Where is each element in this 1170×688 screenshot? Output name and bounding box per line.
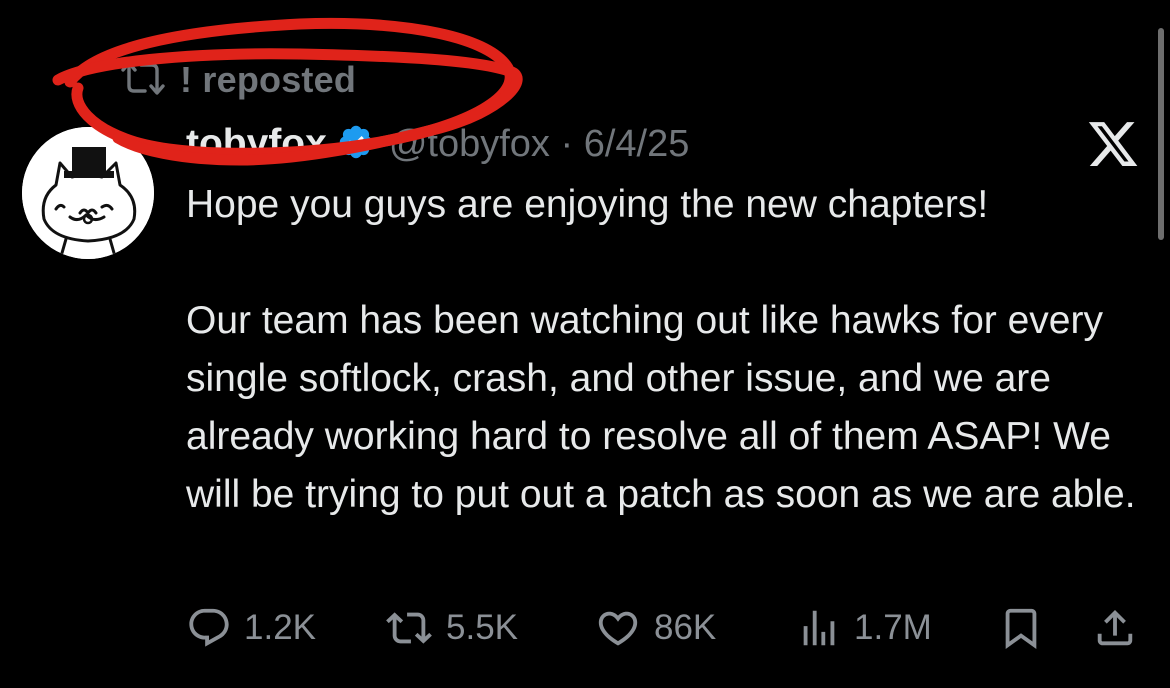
reply-icon xyxy=(186,605,232,651)
tweet-paragraph-1: Hope you guys are enjoying the new chapt… xyxy=(186,183,989,226)
verified-badge-icon xyxy=(327,123,375,166)
tweet-body: Hope you guys are enjoying the new chapt… xyxy=(186,176,1146,524)
repost-label: ! reposted xyxy=(180,59,357,100)
x-logo-icon xyxy=(1086,117,1140,171)
views-count: 1.7M xyxy=(854,608,932,647)
author-name[interactable]: tobyfox xyxy=(186,122,327,166)
tweet-paragraph-2: Our team has been watching out like hawk… xyxy=(186,299,1136,516)
reply-count: 1.2K xyxy=(244,608,316,647)
bookmark-button[interactable] xyxy=(998,600,1044,656)
repost-icon xyxy=(384,605,434,651)
views-icon xyxy=(796,605,842,651)
repost-button[interactable]: 5.5K xyxy=(384,600,518,656)
views-button[interactable]: 1.7M xyxy=(796,600,932,656)
action-bar: 1.2K 5.5K 86K 1.7M xyxy=(186,600,1146,656)
reply-button[interactable]: 1.2K xyxy=(186,600,316,656)
share-button[interactable] xyxy=(1092,600,1138,656)
repost-count: 5.5K xyxy=(446,608,518,647)
repost-icon xyxy=(118,58,168,103)
like-button[interactable]: 86K xyxy=(594,600,716,656)
heart-icon xyxy=(594,605,642,651)
avatar[interactable] xyxy=(22,127,154,259)
handle-and-date[interactable]: @tobyfox · 6/4/25 xyxy=(389,123,690,166)
tweet-header: tobyfox @tobyfox · 6/4/25 xyxy=(186,118,689,170)
like-count: 86K xyxy=(654,608,717,647)
bookmark-icon xyxy=(998,605,1044,651)
scrollbar[interactable] xyxy=(1158,28,1164,240)
repost-indicator: ! reposted xyxy=(118,58,356,102)
share-icon xyxy=(1092,605,1138,651)
